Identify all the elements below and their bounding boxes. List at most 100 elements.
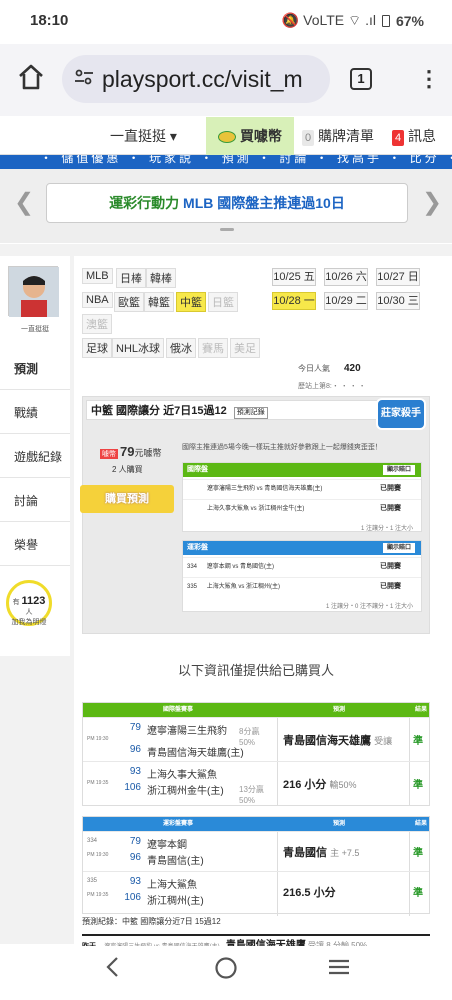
recents-icon[interactable] bbox=[328, 956, 350, 984]
tab-record[interactable]: 戰績 bbox=[0, 392, 70, 434]
date-item[interactable]: 10/25 五 bbox=[272, 268, 316, 286]
home-nav-icon[interactable] bbox=[214, 956, 238, 986]
pick-team: 青島國信海天雄鷹 bbox=[283, 735, 371, 747]
tab-game-log[interactable]: 遊戲紀錄 bbox=[0, 436, 70, 478]
buyer-count: 2 人購買 bbox=[112, 465, 143, 474]
cart-label: 購牌清單 bbox=[318, 128, 375, 144]
promo-banner[interactable]: 運彩行動力 MLB 國際盤主推連過10日 bbox=[46, 183, 408, 223]
back-icon[interactable] bbox=[104, 956, 122, 984]
url-text: playsport.cc/visit_m bbox=[102, 65, 303, 92]
date-item[interactable]: 10/27 日 bbox=[376, 268, 420, 286]
team-away: 上海大鯊魚 bbox=[147, 880, 197, 891]
team-number: 93 bbox=[129, 876, 141, 887]
category-item[interactable]: 中籃 bbox=[176, 292, 206, 312]
date-item[interactable]: 10/26 六 bbox=[324, 268, 368, 286]
category-item[interactable]: NBA bbox=[82, 292, 113, 308]
buy-prediction-button[interactable]: 購買預測 bbox=[80, 485, 174, 513]
date-item[interactable]: 10/28 一 bbox=[272, 292, 316, 310]
tab-switcher-button[interactable]: 1 bbox=[350, 68, 372, 90]
follow-label: 加我為明燈 bbox=[11, 619, 47, 626]
buyers-only-notice: 以下資訊僅提供給已購買人 bbox=[178, 663, 335, 678]
message-count: 4 bbox=[392, 130, 405, 146]
table-row: 335 上海大鯊魚 vs 浙江稠州(主) 已開賽 bbox=[183, 577, 421, 595]
tab-honors[interactable]: 榮譽 bbox=[0, 524, 70, 566]
lottery-table-title: 運彩盤 bbox=[187, 544, 208, 551]
game-number: 335 bbox=[87, 878, 98, 884]
table-row: 334 遼寧本鋼 vs 青島國信(主) 已開賽 bbox=[183, 557, 421, 575]
category-item: 賽馬 bbox=[198, 338, 228, 358]
main-menu-strip[interactable]: ‧ 儲值優惠 ‧ 玩家說 ‧ 預測 ‧ 討論 ‧ 找高手 ‧ 比分 ‧ 玩家搜尋… bbox=[0, 155, 452, 169]
game-time: PM 19:35 bbox=[87, 892, 109, 898]
avatar[interactable] bbox=[8, 266, 59, 317]
category-item[interactable]: MLB bbox=[82, 268, 113, 284]
lottery-show-odds-button[interactable]: 顯示賠口 bbox=[382, 543, 415, 553]
intl-show-odds-button[interactable]: 顯示賠口 bbox=[382, 465, 415, 475]
col-result: 結果 bbox=[415, 821, 428, 827]
detail-lottery-header: 運彩盤賽事 預測 結果 bbox=[83, 817, 429, 831]
game-status: 已開賽 bbox=[380, 505, 401, 512]
prediction-record-button[interactable]: 預測記錄 bbox=[233, 407, 268, 419]
url-field[interactable]: playsport.cc/visit_m bbox=[62, 55, 330, 103]
home-icon[interactable] bbox=[16, 62, 46, 92]
game-status: 已開賽 bbox=[380, 485, 401, 492]
pick-extra: 輸50% bbox=[329, 780, 357, 790]
pick-value: 216 小分 輸50% bbox=[283, 776, 357, 792]
game-number: 335 bbox=[187, 584, 198, 590]
king-badge: 莊家殺手 bbox=[376, 398, 426, 430]
team-number: 79 bbox=[129, 836, 141, 847]
fans-suffix: 人 bbox=[25, 609, 33, 616]
result-badge: 準 bbox=[413, 780, 423, 791]
team-away: 上海久事大鯊魚 bbox=[147, 770, 217, 781]
visitor-count: 今日人氣 420 bbox=[298, 363, 361, 374]
intl-table: 國際盤 顯示賠口 遼寧瀋陽三生飛豹 vs 青島國信海天雄鷹(主) 已開賽 上海久事大… bbox=[182, 462, 422, 532]
date-item[interactable]: 10/30 三 bbox=[376, 292, 420, 310]
date-item[interactable]: 10/29 二 bbox=[324, 292, 368, 310]
table-row: PM 19:30 79 遼寧瀋陽三生飛豹 96 青島國信海天雄鷹(主) 8分贏 … bbox=[83, 717, 429, 762]
game-time: PM 19:30 bbox=[87, 852, 109, 858]
site-settings-icon[interactable] bbox=[74, 69, 94, 90]
follow-bulb-button[interactable]: 有 1123 人 加我為明燈 bbox=[6, 580, 52, 626]
divider bbox=[409, 872, 410, 916]
cart-link[interactable]: 0 購牌清單 bbox=[302, 117, 374, 155]
pick-team: 青島國信 bbox=[283, 847, 327, 859]
category-item[interactable]: 俄冰 bbox=[166, 338, 196, 358]
team-away: 遼寧本鋼 bbox=[147, 840, 187, 851]
table-row: 334 PM 19:30 79 遼寧本鋼 96 青島國信(主) 青島國信 主 +… bbox=[83, 831, 429, 876]
spread-info: 8分贏 50% bbox=[239, 727, 260, 747]
browser-menu-icon[interactable]: ⋮ bbox=[418, 66, 440, 92]
divider bbox=[409, 762, 410, 806]
tab-discussion[interactable]: 討論 bbox=[0, 480, 70, 522]
team-number: 106 bbox=[124, 782, 141, 793]
category-item[interactable]: 日棒 bbox=[116, 268, 146, 288]
buy-coins-button[interactable]: 買噱幣 bbox=[206, 117, 294, 155]
messages-link[interactable]: 4 訊息 bbox=[392, 117, 436, 155]
result-badge: 準 bbox=[413, 736, 423, 747]
status-time: 18:10 bbox=[30, 12, 69, 29]
carousel-prev-icon[interactable]: ❮ bbox=[14, 188, 34, 217]
user-menu[interactable]: 一直挺挺 ▾ bbox=[110, 117, 177, 155]
col-pick: 預測 bbox=[333, 821, 346, 827]
team-home: 浙江稠州金牛(主) bbox=[147, 786, 224, 797]
intl-table-note: 1 注讓分‧1 注大小 bbox=[360, 526, 413, 532]
category-item[interactable]: 足球 bbox=[82, 338, 112, 358]
divider bbox=[409, 718, 410, 762]
team-home: 浙江稠州(主) bbox=[147, 896, 204, 907]
category-item[interactable]: 韓棒 bbox=[146, 268, 176, 288]
team-number: 79 bbox=[129, 722, 141, 733]
tab-predictions[interactable]: 預測 bbox=[0, 348, 70, 390]
team-home: 浙江稠州金牛(主) bbox=[258, 506, 305, 512]
team-away: 上海大鯊魚 bbox=[206, 584, 237, 590]
carousel-next-icon[interactable]: ❯ bbox=[422, 188, 442, 217]
team-number: 96 bbox=[129, 852, 141, 863]
visitor-number: 420 bbox=[344, 363, 361, 374]
category-item[interactable]: 韓籃 bbox=[144, 292, 174, 312]
team-away: 遼寧本鋼 bbox=[206, 564, 231, 570]
divider bbox=[409, 832, 410, 876]
price-value: 79 bbox=[120, 444, 135, 459]
banner-text: MLB 國際盤主推連過10日 bbox=[179, 195, 345, 211]
team-number: 93 bbox=[129, 766, 141, 777]
team-home: 青島國信(主) bbox=[240, 564, 275, 570]
category-item[interactable]: 歐籃 bbox=[114, 292, 144, 312]
table-row: 335 PM 19:35 93 上海大鯊魚 106 浙江稠州(主) 216.5 … bbox=[83, 871, 429, 916]
category-item[interactable]: NHL冰球 bbox=[112, 338, 165, 358]
